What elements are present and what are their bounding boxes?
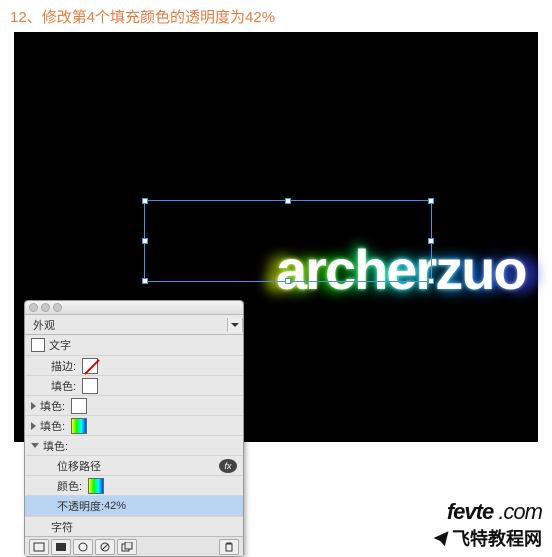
filled-square-icon — [55, 542, 67, 552]
resize-handle[interactable] — [285, 198, 291, 204]
appearance-row-type[interactable]: 文字 — [25, 335, 243, 355]
appearance-sub-offset-path[interactable]: 位移路径 fx — [25, 455, 243, 475]
disclosure-triangle-icon[interactable] — [31, 402, 36, 410]
opacity-value: 42% — [104, 500, 126, 512]
resize-handle[interactable] — [428, 238, 434, 244]
watermark-cn: 飞特教程网 — [432, 525, 542, 551]
stroke-label: 描边: — [51, 358, 76, 374]
panel-tabs: 外观 — [25, 315, 243, 335]
fill-swatch-gradient[interactable] — [71, 418, 87, 434]
watermark-url: fevte .com — [432, 499, 542, 525]
window-minimize-button[interactable] — [41, 303, 50, 312]
window-zoom-button[interactable] — [53, 303, 62, 312]
color-label: 颜色: — [57, 478, 82, 494]
appearance-row-fill-4[interactable]: 填色: — [25, 435, 243, 455]
new-stroke-button[interactable] — [29, 539, 49, 555]
fill-swatch-white[interactable] — [71, 398, 87, 414]
paper-plane-icon — [432, 529, 450, 547]
appearance-row-stroke[interactable]: 描边: — [25, 355, 243, 375]
resize-handle[interactable] — [142, 278, 148, 284]
selection-bounding-box[interactable] — [144, 200, 432, 282]
no-circle-icon — [100, 542, 110, 552]
square-icon — [33, 542, 45, 552]
type-swatch — [31, 338, 45, 352]
step-number: 12、 — [10, 9, 42, 26]
panel-menu-button[interactable] — [227, 318, 243, 332]
trash-icon — [224, 542, 234, 552]
appearance-row-fill-2[interactable]: 填色: — [25, 395, 243, 415]
stroke-swatch-none[interactable] — [82, 358, 98, 374]
delete-button[interactable] — [219, 539, 239, 555]
opacity-label: 不透明度: — [57, 498, 104, 514]
panel-body: 文字 描边: 填色: 填色: 填色: 填色: 位移路径 fx — [25, 335, 243, 536]
clear-appearance-button[interactable] — [95, 539, 115, 555]
watermark: fevte .com 飞特教程网 — [432, 499, 542, 551]
circle-icon — [78, 542, 88, 552]
instruction-body: 修改第4个填充颜色的透明度为42% — [42, 9, 275, 26]
appearance-sub-color[interactable]: 颜色: — [25, 475, 243, 495]
appearance-row-fill-1[interactable]: 填色: — [25, 375, 243, 395]
duplicate-icon — [121, 542, 133, 552]
resize-handle[interactable] — [142, 238, 148, 244]
flyout-icon — [231, 321, 239, 329]
fill-label: 填色: — [43, 438, 68, 454]
resize-handle[interactable] — [428, 278, 434, 284]
fill-label: 填色: — [40, 398, 65, 414]
add-effect-button[interactable] — [73, 539, 93, 555]
fill-label: 填色: — [40, 418, 65, 434]
appearance-panel[interactable]: 外观 文字 描边: 填色: 填色: 填色: — [24, 300, 244, 557]
fill-swatch-white[interactable] — [82, 378, 98, 394]
disclosure-triangle-down-icon[interactable] — [31, 443, 39, 448]
resize-handle[interactable] — [142, 198, 148, 204]
fx-badge-icon[interactable]: fx — [219, 459, 237, 473]
appearance-row-fill-3[interactable]: 填色: — [25, 415, 243, 435]
appearance-sub-opacity[interactable]: 不透明度:42% — [25, 495, 243, 515]
panel-titlebar[interactable] — [25, 301, 243, 315]
characters-label: 字符 — [51, 519, 73, 535]
panel-footer — [25, 536, 243, 556]
appearance-row-characters[interactable]: 字符 — [25, 516, 243, 536]
color-swatch-gradient[interactable] — [88, 478, 104, 494]
window-close-button[interactable] — [29, 303, 38, 312]
type-label: 文字 — [49, 337, 71, 353]
resize-handle[interactable] — [285, 278, 291, 284]
tab-appearance[interactable]: 外观 — [25, 315, 63, 335]
new-fill-button[interactable] — [51, 539, 71, 555]
resize-handle[interactable] — [428, 198, 434, 204]
offset-path-label: 位移路径 — [57, 458, 101, 474]
duplicate-button[interactable] — [117, 539, 137, 555]
instruction-text: 12、修改第4个填充颜色的透明度为42% — [0, 0, 552, 33]
fill-label: 填色: — [51, 378, 76, 394]
disclosure-triangle-icon[interactable] — [31, 422, 36, 430]
